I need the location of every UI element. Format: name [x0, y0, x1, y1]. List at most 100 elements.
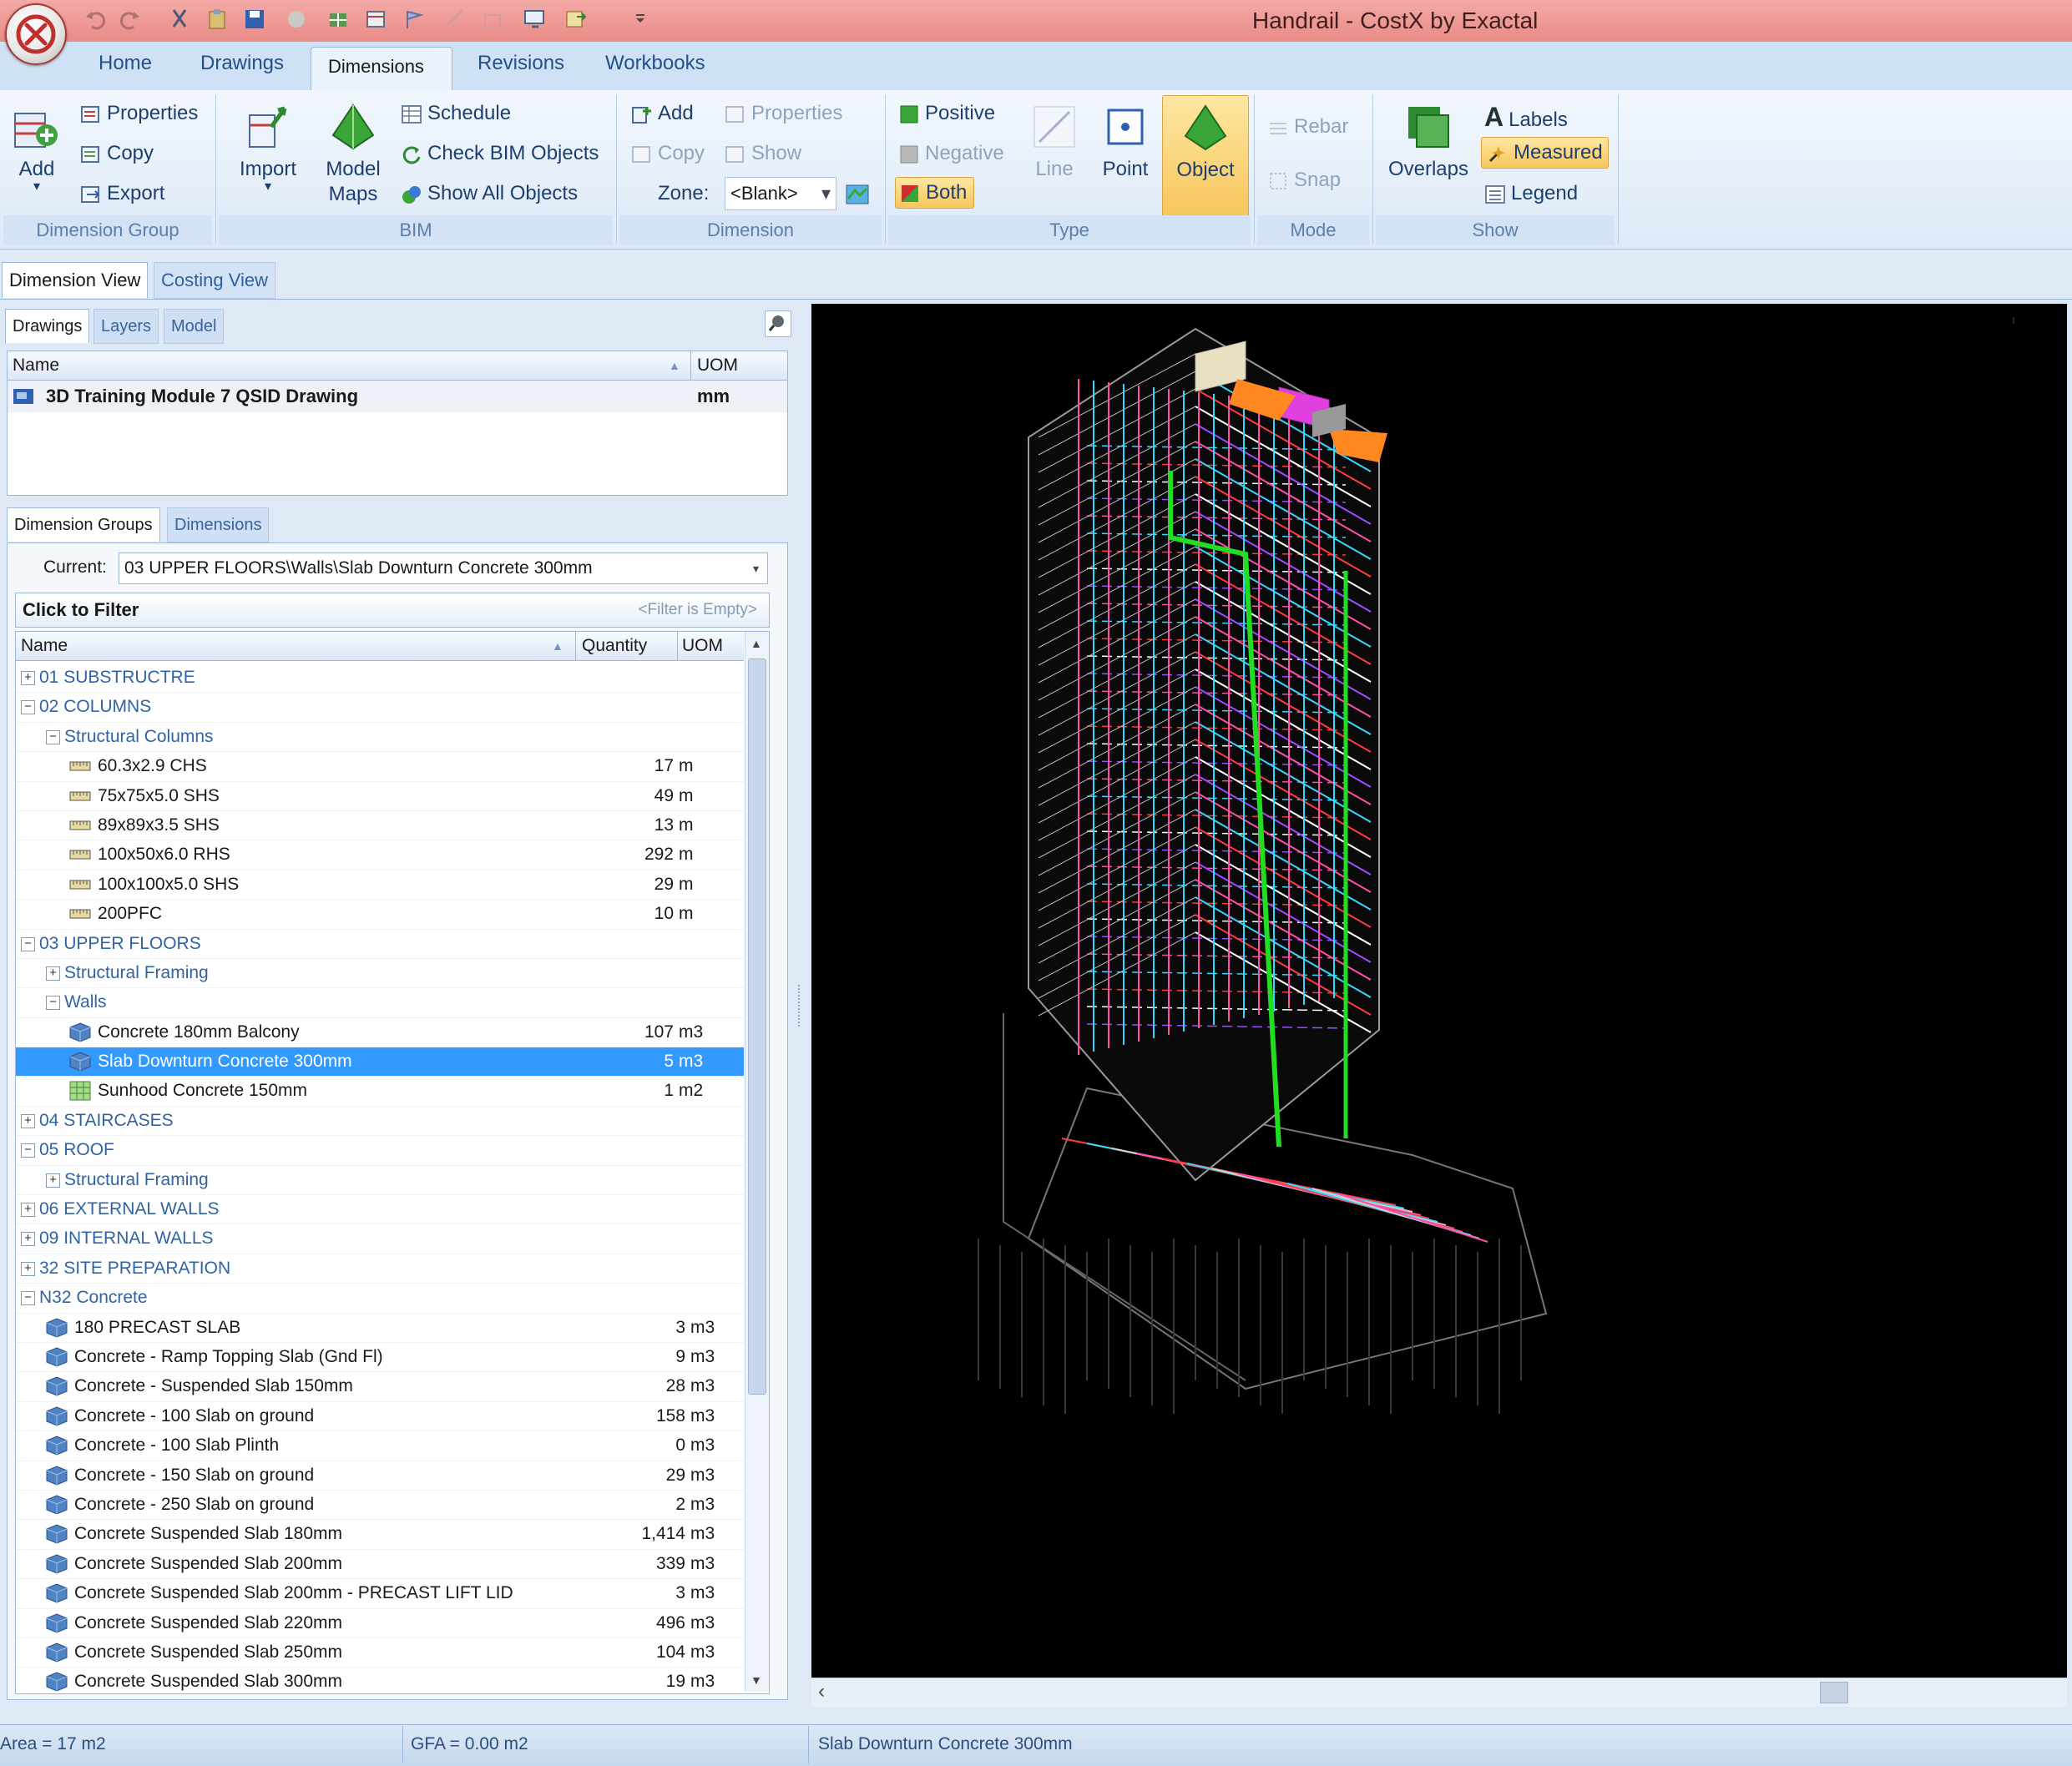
- tree-dimension-row[interactable]: Concrete - Ramp Topping Slab (Gnd Fl) 9 m3: [16, 1343, 744, 1373]
- monitor-icon[interactable]: [522, 7, 547, 32]
- group-properties-button[interactable]: Properties: [80, 102, 198, 125]
- scroll-up-icon[interactable]: ▲: [750, 637, 762, 650]
- type-point-button[interactable]: Point: [1095, 102, 1155, 182]
- tree-dimension-row[interactable]: Sunhood Concrete 150mm 1 m2: [16, 1077, 744, 1107]
- type-line-button[interactable]: Line: [1025, 102, 1084, 182]
- type-positive-button[interactable]: Positive: [898, 102, 995, 125]
- tree-group-row[interactable]: +09 INTERNAL WALLS: [16, 1224, 744, 1254]
- tree-dimension-row[interactable]: 200PFC 10 m: [16, 900, 744, 930]
- tree-scrollbar[interactable]: ▲ ▼: [745, 632, 769, 1692]
- expand-icon[interactable]: +: [21, 1203, 35, 1218]
- tree-group-row[interactable]: −05 ROOF: [16, 1136, 744, 1166]
- tab-panel-drawings[interactable]: Drawings: [5, 309, 90, 343]
- tree-dimension-row[interactable]: 100x100x5.0 SHS 29 m: [16, 870, 744, 901]
- tree-dimension-row[interactable]: Concrete Suspended Slab 200mm 339 m3: [16, 1550, 744, 1580]
- tree-dimension-row[interactable]: Slab Downturn Concrete 300mm 5 m3: [16, 1047, 744, 1077]
- tab-panel-layers[interactable]: Layers: [93, 309, 159, 344]
- tab-dimension-groups[interactable]: Dimension Groups: [7, 507, 160, 542]
- record-icon[interactable]: [284, 7, 309, 32]
- tab-revisions[interactable]: Revisions: [478, 52, 564, 75]
- tree-dimension-row[interactable]: Concrete Suspended Slab 220mm 496 m3: [16, 1609, 744, 1638]
- paste-icon[interactable]: [205, 7, 230, 32]
- tree-dimension-row[interactable]: 60.3x2.9 CHS 17 m: [16, 752, 744, 782]
- tree-dimension-row[interactable]: Concrete 180mm Balcony 107 m3: [16, 1018, 744, 1048]
- tree-dimension-row[interactable]: Concrete Suspended Slab 180mm 1,414 m3: [16, 1520, 744, 1550]
- model-maps-button[interactable]: Model Maps: [317, 102, 389, 207]
- tree-col-quantity[interactable]: Quantity: [582, 632, 647, 660]
- tree-dimension-row[interactable]: Concrete Suspended Slab 300mm 19 m3: [16, 1668, 744, 1693]
- dimension-copy-button[interactable]: Copy: [631, 142, 705, 165]
- tree-dimension-row[interactable]: Concrete - 100 Slab on ground 158 m3: [16, 1402, 744, 1432]
- 3d-model-viewport[interactable]: [811, 304, 2067, 1678]
- show-overlaps-button[interactable]: Overlaps: [1384, 102, 1473, 182]
- ruler-icon[interactable]: [442, 7, 467, 32]
- show-legend-button[interactable]: Legend: [1484, 182, 1578, 205]
- mode-rebar-button[interactable]: Rebar: [1267, 115, 1348, 139]
- tree-group-row[interactable]: +04 STAIRCASES: [16, 1107, 744, 1137]
- col-name[interactable]: Name: [13, 351, 59, 380]
- bim-import-button[interactable]: Import ▾: [234, 102, 302, 194]
- tree-col-uom[interactable]: UOM: [682, 632, 723, 660]
- check-bim-objects-button[interactable]: Check BIM Objects: [401, 142, 599, 165]
- expand-icon[interactable]: +: [21, 1113, 35, 1128]
- app-menu-button[interactable]: [5, 3, 67, 65]
- tree-group-row[interactable]: −03 UPPER FLOORS: [16, 930, 744, 959]
- tree-group-row[interactable]: − N32 Concrete: [16, 1284, 744, 1314]
- tab-dimensions-list[interactable]: Dimensions: [167, 507, 270, 542]
- tree-dimension-row[interactable]: Concrete Suspended Slab 200mm - PRECAST …: [16, 1579, 744, 1609]
- tab-dimension-view[interactable]: Dimension View: [2, 262, 149, 298]
- pin-panel-button[interactable]: [765, 310, 791, 337]
- tree-group-row[interactable]: + Structural Framing: [16, 959, 744, 989]
- viewport-scroll-thumb[interactable]: [1820, 1682, 1848, 1703]
- import-dropdown-arrow-icon[interactable]: ▾: [234, 180, 302, 194]
- tab-workbooks[interactable]: Workbooks: [605, 52, 705, 75]
- group-copy-button[interactable]: Copy: [80, 142, 154, 165]
- tree-scroll-thumb[interactable]: [748, 658, 766, 1395]
- zone-select[interactable]: <Blank> ▾: [725, 177, 836, 210]
- add-dropdown-arrow-icon[interactable]: ▾: [12, 180, 62, 194]
- drawing-row[interactable]: 3D Training Module 7 QSID Drawing mm: [8, 381, 787, 412]
- tree-dimension-row[interactable]: Concrete - 100 Slab Plinth 0 m3: [16, 1431, 744, 1461]
- tab-drawings[interactable]: Drawings: [200, 52, 284, 75]
- box-icon[interactable]: [480, 7, 505, 32]
- tree-dimension-row[interactable]: Concrete Suspended Slab 250mm 104 m3: [16, 1638, 744, 1668]
- zone-map-button[interactable]: [845, 182, 870, 212]
- current-group-select[interactable]: 03 UPPER FLOORS\Walls\Slab Downturn Conc…: [119, 553, 768, 584]
- save-icon[interactable]: [242, 7, 267, 32]
- tree-group-row[interactable]: − Walls: [16, 988, 744, 1018]
- mode-snap-button[interactable]: Snap: [1267, 169, 1341, 192]
- scroll-left-icon[interactable]: ‹: [818, 1680, 825, 1703]
- panel-splitter[interactable]: [798, 985, 806, 1027]
- expand-icon[interactable]: +: [21, 671, 35, 685]
- tree-dimension-row[interactable]: 89x89x3.5 SHS 13 m: [16, 811, 744, 841]
- tree-dimension-row[interactable]: 100x50x6.0 RHS 292 m: [16, 840, 744, 870]
- table-tool-icon[interactable]: [363, 7, 388, 32]
- scroll-down-icon[interactable]: ▼: [750, 1673, 762, 1687]
- expand-icon[interactable]: +: [21, 1232, 35, 1247]
- collapse-icon[interactable]: −: [21, 700, 35, 715]
- type-object-button[interactable]: Object: [1162, 95, 1249, 217]
- tab-dimensions[interactable]: Dimensions: [311, 47, 452, 91]
- schedule-button[interactable]: Schedule: [401, 102, 511, 125]
- tab-costing-view[interactable]: Costing View: [154, 262, 275, 299]
- tree-group-row[interactable]: −02 COLUMNS: [16, 693, 744, 723]
- tree-col-name[interactable]: Name: [21, 632, 68, 660]
- redo-icon[interactable]: [117, 7, 142, 32]
- collapse-icon[interactable]: −: [21, 1143, 35, 1158]
- type-negative-button[interactable]: Negative: [898, 142, 1004, 165]
- dimension-add-button[interactable]: Add: [631, 102, 694, 125]
- expand-icon[interactable]: +: [21, 1261, 35, 1276]
- dimension-properties-button[interactable]: Properties: [725, 102, 842, 125]
- show-measured-button[interactable]: Measured: [1481, 137, 1609, 169]
- show-labels-button[interactable]: A Labels: [1484, 102, 1568, 133]
- flag-icon[interactable]: [401, 7, 426, 32]
- collapse-icon[interactable]: −: [46, 729, 60, 744]
- export-tool-icon[interactable]: [563, 7, 589, 32]
- expand-icon[interactable]: +: [46, 966, 60, 981]
- expand-icon[interactable]: +: [46, 1173, 60, 1188]
- undo-icon[interactable]: [83, 7, 109, 32]
- type-both-button[interactable]: Both: [895, 177, 975, 209]
- tree-dimension-row[interactable]: Concrete - 150 Slab on ground 29 m3: [16, 1461, 744, 1491]
- tab-home[interactable]: Home: [99, 52, 152, 75]
- tree-group-row[interactable]: + Structural Framing: [16, 1166, 744, 1196]
